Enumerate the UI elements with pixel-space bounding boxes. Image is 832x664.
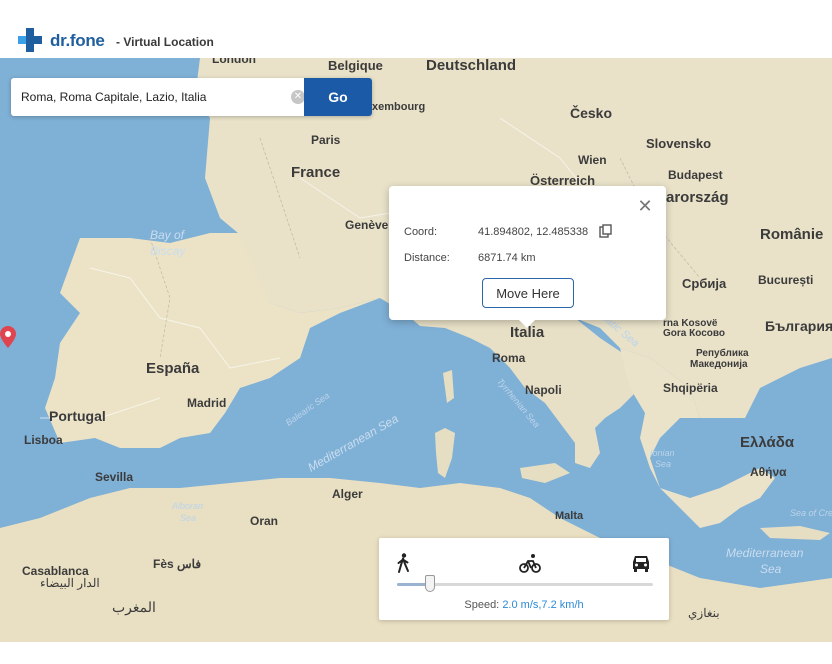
- map-label-bay-of-biscay-1: Bay of: [150, 228, 185, 242]
- map-label-france: France: [291, 164, 341, 181]
- map-label-alboran-2: Sea: [180, 513, 197, 523]
- walk-icon[interactable]: [393, 552, 415, 574]
- map-label-luxembourg: xembourg: [372, 101, 426, 113]
- location-pin-icon[interactable]: [0, 326, 16, 348]
- map-label-malta: Malta: [555, 510, 584, 522]
- map-label-benghazi: بنغازي: [688, 606, 720, 620]
- map-label-med-east-1: Mediterranean: [726, 546, 804, 560]
- coord-value: 41.894802, 12.485338: [478, 226, 589, 238]
- car-icon[interactable]: [630, 552, 652, 574]
- map-label-geneve: Genève: [345, 218, 389, 232]
- map-label-madrid: Madrid: [187, 396, 227, 410]
- bottom-bar: [0, 642, 832, 664]
- map-label-bay-of-biscay-2: Biscay: [150, 244, 186, 258]
- map-label-athina: Αθήνα: [750, 465, 787, 479]
- map-label-portugal: Portugal: [49, 408, 106, 424]
- map-label-makedonija: Македонија: [690, 359, 748, 370]
- search-bar: ✕ Go: [11, 78, 372, 116]
- map-label-sevilla: Sevilla: [95, 470, 134, 484]
- speed-label: Speed:: [464, 599, 500, 611]
- map-label-magyarorszag: arország: [666, 189, 729, 206]
- app-subtitle: - Virtual Location: [116, 35, 214, 49]
- map-label-oran: Oran: [250, 514, 279, 528]
- coord-label: Coord:: [404, 226, 438, 238]
- app-window: dr.fone - Virtual Location London Belgiq…: [0, 0, 832, 664]
- copy-icon[interactable]: [599, 224, 613, 238]
- map-label-london: London: [212, 58, 256, 66]
- close-icon[interactable]: ✕: [637, 197, 653, 215]
- clear-circle-icon[interactable]: ✕: [291, 90, 305, 104]
- speed-slider-track[interactable]: [397, 583, 653, 586]
- map-label-balgariya: България: [765, 318, 832, 334]
- map-label-srbija: Србија: [682, 276, 727, 291]
- speed-value: 2.0 m/s,7.2 km/h: [502, 599, 584, 611]
- map-label-maghreb: المغرب: [112, 599, 156, 615]
- map-label-napoli: Napoli: [525, 383, 562, 397]
- map-label-deutschland: Deutschland: [426, 58, 517, 74]
- map-label-ellada: Ελλάδα: [740, 434, 795, 451]
- search-input[interactable]: [11, 78, 301, 116]
- location-popup: ✕ Coord: 41.894802, 12.485338 Distance: …: [389, 186, 666, 328]
- move-here-button[interactable]: Move Here: [482, 278, 574, 308]
- map-label-wien: Wien: [578, 153, 607, 167]
- distance-label: Distance:: [404, 252, 450, 264]
- map-label-republika: Република: [696, 348, 749, 359]
- bike-icon[interactable]: [519, 552, 541, 574]
- map-label-kosovo-2: Gora Косово: [663, 328, 725, 339]
- map-label-lisboa: Lisboa: [24, 433, 63, 447]
- speed-readout: Speed: 2.0 m/s,7.2 km/h: [379, 599, 669, 611]
- distance-value: 6871.74 km: [478, 252, 536, 264]
- map-label-alger: Alger: [332, 487, 363, 501]
- brand-name: dr.fone: [50, 31, 105, 50]
- map-label-ionian-1: Ionian: [650, 448, 675, 458]
- map-label-paris: Paris: [311, 133, 341, 147]
- map-label-romania: Românie: [760, 226, 824, 243]
- go-button[interactable]: Go: [304, 78, 372, 116]
- map-label-budapest: Budapest: [668, 168, 723, 182]
- map-label-belgique: Belgique: [328, 58, 383, 73]
- map-label-roma: Roma: [492, 351, 526, 365]
- map-label-slovensko: Slovensko: [646, 136, 712, 151]
- map-label-fes: Fès فاس: [153, 557, 202, 571]
- map-label-bucuresti: București: [758, 273, 814, 287]
- map-label-casablanca-ar: الدار البيضاء: [40, 576, 100, 590]
- title-bar: dr.fone - Virtual Location: [0, 0, 832, 58]
- map-label-espana: España: [146, 360, 200, 377]
- map-label-alboran-1: Alboran: [172, 501, 204, 511]
- map-label-med-east-2: Sea: [760, 562, 782, 576]
- map-label-sea-of-crete: Sea of Crete: [790, 508, 832, 518]
- map-label-ionian-2: Sea: [655, 459, 672, 469]
- map-label-shqiperia: Shqipëria: [663, 381, 718, 395]
- speed-panel: Speed: 2.0 m/s,7.2 km/h: [379, 538, 669, 620]
- drfone-logo-icon: [18, 28, 42, 52]
- map-label-cesko: Česko: [570, 105, 613, 121]
- popup-tail: [519, 320, 535, 328]
- speed-slider-thumb[interactable]: [425, 575, 436, 592]
